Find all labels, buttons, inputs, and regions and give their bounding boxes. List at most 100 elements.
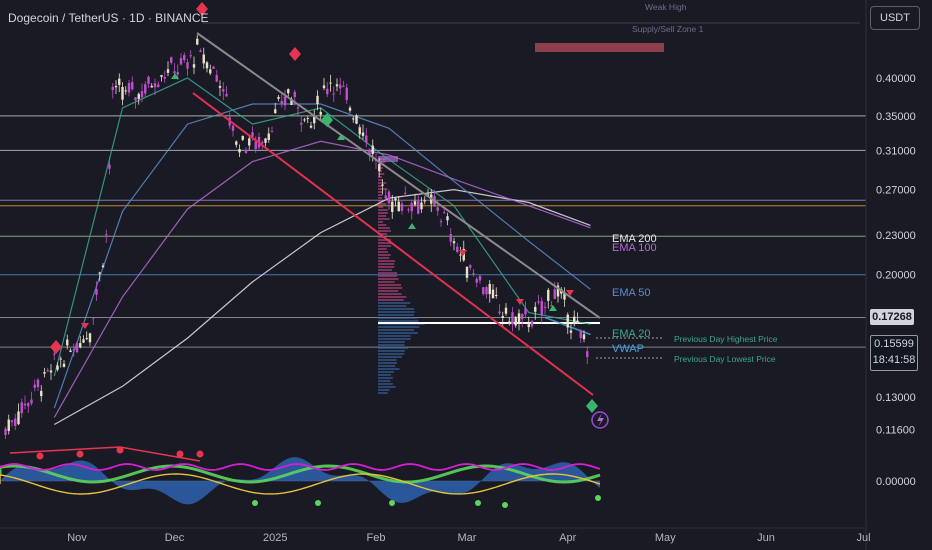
candle-body xyxy=(118,78,121,85)
osc-buy-dot xyxy=(475,500,481,506)
price-tick-label: 0.11600 xyxy=(876,424,915,436)
volume-profile-bar xyxy=(378,269,392,271)
candle-body xyxy=(472,273,475,275)
candle-body xyxy=(43,372,46,374)
candle-body xyxy=(566,314,569,328)
candle-body xyxy=(40,390,43,397)
candle-body xyxy=(345,87,348,101)
candle-body xyxy=(140,91,144,98)
candle-body xyxy=(196,38,199,45)
candle-body xyxy=(407,209,410,211)
volume-profile-bar xyxy=(378,260,395,262)
volume-profile-bar xyxy=(378,221,383,223)
candle-body xyxy=(62,363,66,367)
price-chart[interactable]: 0.40000 0.35000 0.31000 0.27000 0.23000 0.200… xyxy=(0,0,932,550)
candle-body xyxy=(553,289,556,299)
candle-body xyxy=(173,71,176,74)
volume-profile-bar xyxy=(378,371,394,373)
candle-body xyxy=(358,127,361,135)
volume-profile-bar xyxy=(378,305,407,307)
volume-profile-bar xyxy=(378,350,405,352)
candle-body xyxy=(469,265,472,268)
candle-body xyxy=(410,202,413,212)
candle-body xyxy=(319,111,322,115)
time-tick-label: Apr xyxy=(559,532,576,544)
candle-body xyxy=(92,317,95,319)
candle-body xyxy=(420,202,423,210)
candle-body xyxy=(49,370,53,373)
price-tick-label: 0.40000 xyxy=(876,73,916,85)
volume-profile-bar xyxy=(378,191,382,193)
candle-body xyxy=(413,201,417,205)
candle-body xyxy=(456,246,459,252)
candle-body xyxy=(540,301,543,315)
candle-body xyxy=(293,91,296,98)
candle-body xyxy=(436,207,439,211)
candle-body xyxy=(202,54,205,64)
candle-body xyxy=(495,295,498,297)
volume-profile-bar xyxy=(378,254,391,256)
candle-body xyxy=(17,411,20,425)
candle-body xyxy=(53,353,56,355)
candle-body xyxy=(144,84,147,94)
osc-buy-dot xyxy=(315,500,321,506)
candle-body xyxy=(465,266,469,278)
volume-profile-bar xyxy=(378,344,405,346)
osc-buy-dot xyxy=(595,495,601,501)
candle-body xyxy=(88,333,92,343)
candle-body xyxy=(449,233,452,242)
currency-selector[interactable]: USDT xyxy=(870,6,920,30)
candle-body xyxy=(267,133,270,141)
candle-body xyxy=(576,320,579,324)
candle-body xyxy=(69,350,72,352)
candle-body xyxy=(306,118,309,120)
candle-body xyxy=(586,351,589,358)
price-tick-label: 0.35000 xyxy=(876,111,916,123)
candle-body xyxy=(179,58,183,65)
volume-profile-bar xyxy=(378,302,411,304)
candle-body xyxy=(27,403,30,407)
volume-profile-bar xyxy=(378,359,397,361)
series-label: EMA 100 xyxy=(612,242,657,254)
candle-body xyxy=(14,418,17,426)
candle-body xyxy=(381,184,384,186)
candle-body xyxy=(274,109,277,114)
candle-body xyxy=(400,203,404,211)
osc-sell-dot xyxy=(76,450,84,458)
candle-body xyxy=(199,50,202,52)
volume-profile-bar xyxy=(378,386,396,388)
volume-profile-bar xyxy=(378,383,393,385)
volume-profile-bar xyxy=(378,347,409,349)
candle-body xyxy=(508,321,511,324)
candle-body xyxy=(238,149,241,153)
candle-body xyxy=(75,342,79,353)
candle-body xyxy=(137,93,140,99)
volume-profile-bar xyxy=(378,218,390,220)
candle-body xyxy=(33,384,36,388)
series-label: VWAP xyxy=(612,343,644,355)
candle-body xyxy=(131,82,134,90)
candle-body xyxy=(283,96,287,106)
candle-body xyxy=(342,85,345,87)
volume-profile-bar xyxy=(378,293,402,295)
candle-body xyxy=(222,89,225,92)
candle-body xyxy=(524,308,527,315)
annotation-label: Supply/Sell Zone 1 xyxy=(632,24,704,34)
time-tick-label: Nov xyxy=(67,532,87,544)
candle-body xyxy=(59,358,62,360)
osc-buy-dot xyxy=(502,502,508,508)
volume-profile-bar xyxy=(378,272,398,274)
volume-profile-bar xyxy=(378,296,407,298)
volume-profile-bar xyxy=(378,308,415,310)
volume-profile-bar xyxy=(378,284,402,286)
osc-sell-dot xyxy=(36,452,44,460)
osc-buy-dot xyxy=(252,500,258,506)
volume-profile-bar xyxy=(378,287,403,289)
candle-body xyxy=(85,338,88,340)
candle-body xyxy=(335,84,339,87)
time-tick-label: 2025 xyxy=(263,532,287,544)
candle-body xyxy=(391,201,394,213)
candle-body xyxy=(397,201,400,212)
candle-body xyxy=(235,141,238,145)
candle-body xyxy=(348,107,352,111)
